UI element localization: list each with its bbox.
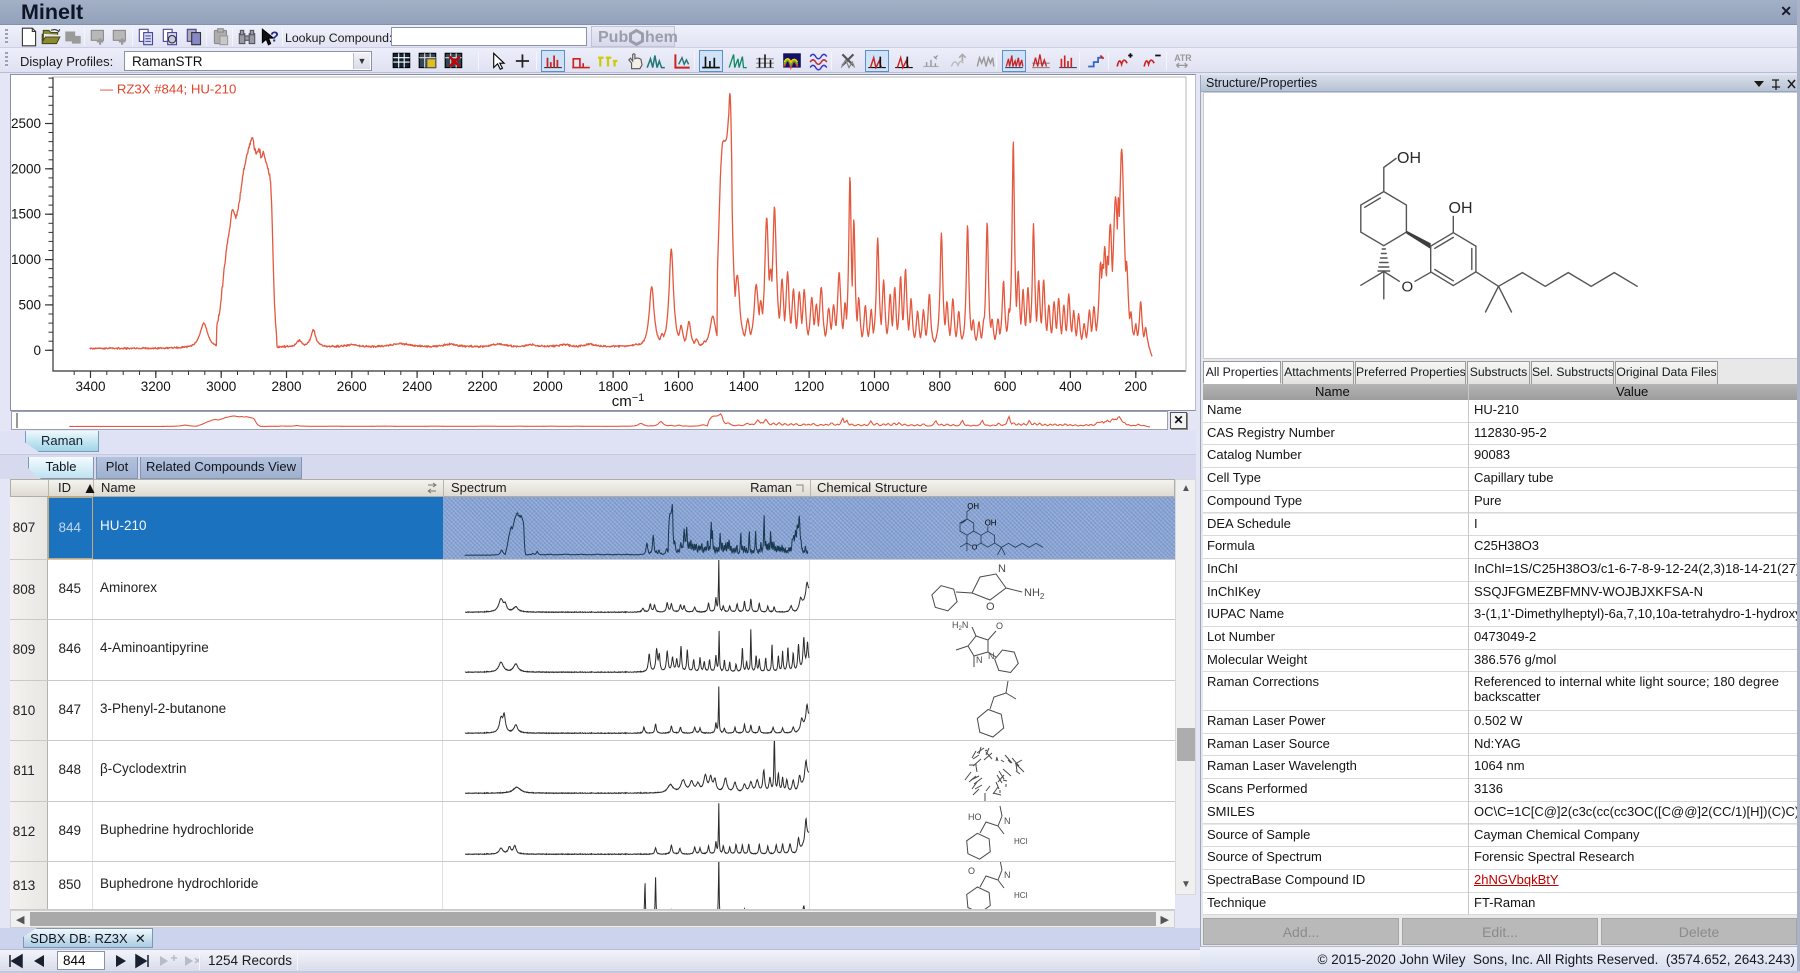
svg-text:3200: 3200 (141, 379, 171, 394)
svg-text:1000: 1000 (11, 252, 41, 267)
svg-text:1200: 1200 (794, 379, 824, 394)
svg-text:3400: 3400 (75, 379, 105, 394)
svg-text:HCl: HCl (1014, 837, 1028, 846)
svg-text:HCl: HCl (1014, 891, 1028, 900)
svg-text:1400: 1400 (729, 379, 759, 394)
svg-text:3000: 3000 (206, 379, 236, 394)
svg-text:?: ? (270, 29, 279, 45)
svg-text:— RZ3X #844; HU-210: — RZ3X #844; HU-210 (100, 82, 236, 97)
svg-text:400: 400 (1059, 379, 1082, 394)
svg-text:2500: 2500 (11, 116, 41, 131)
svg-text:N: N (1004, 870, 1011, 880)
svg-text:2200: 2200 (467, 379, 497, 394)
svg-text:2600: 2600 (337, 379, 367, 394)
svg-text:N: N (976, 655, 983, 665)
svg-text:600: 600 (994, 379, 1017, 394)
svg-text:2000: 2000 (11, 161, 41, 176)
svg-text:ATR: ATR (1174, 53, 1192, 63)
svg-text:500: 500 (18, 297, 41, 312)
svg-text:OH: OH (967, 502, 979, 511)
svg-text:O: O (1402, 279, 1414, 296)
svg-text:1600: 1600 (663, 379, 693, 394)
svg-text:2800: 2800 (271, 379, 301, 394)
svg-text:O: O (996, 621, 1003, 631)
svg-text:HO: HO (968, 812, 982, 822)
svg-text:200: 200 (1125, 379, 1148, 394)
svg-text:800: 800 (929, 379, 952, 394)
svg-text:N: N (1004, 816, 1011, 826)
svg-text:O: O (986, 601, 995, 613)
svg-text:2000: 2000 (533, 379, 563, 394)
svg-text:H2N: H2N (952, 620, 968, 632)
svg-text:cm−1: cm−1 (612, 392, 645, 410)
svg-text:NH2: NH2 (1024, 587, 1045, 601)
svg-text:N: N (998, 563, 1006, 575)
svg-text:2400: 2400 (402, 379, 432, 394)
svg-text:N: N (988, 651, 995, 661)
svg-text:0: 0 (33, 343, 41, 358)
svg-text:O: O (972, 542, 978, 551)
svg-text:O: O (968, 866, 975, 876)
svg-text:1500: 1500 (11, 207, 41, 222)
svg-text:1800: 1800 (598, 379, 628, 394)
svg-text:1000: 1000 (859, 379, 889, 394)
svg-text:OH: OH (1449, 200, 1473, 217)
svg-text:OH: OH (1397, 150, 1421, 167)
svg-text:OH: OH (985, 519, 997, 528)
